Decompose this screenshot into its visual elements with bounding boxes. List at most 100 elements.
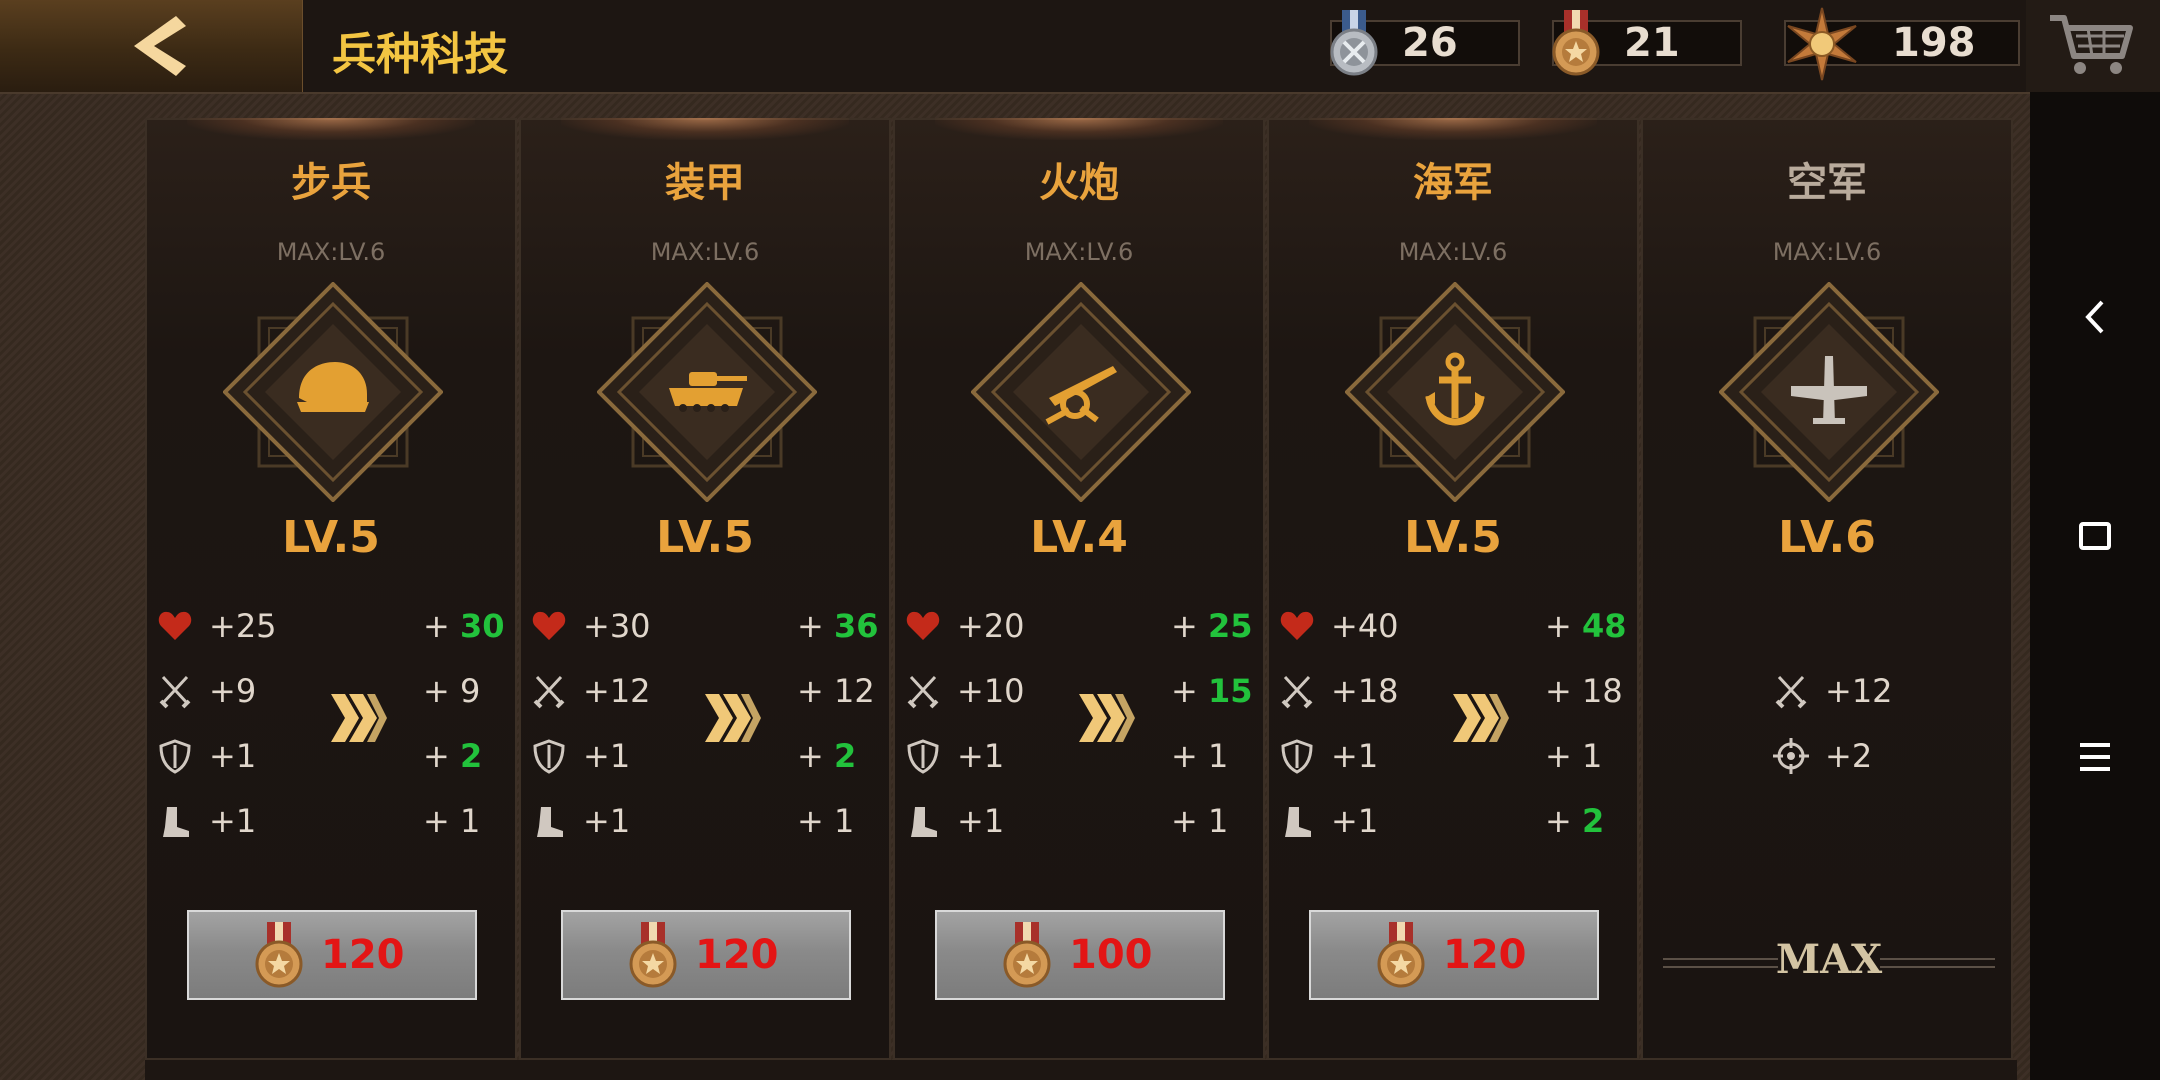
- stat-row-hp: +25 + 30: [147, 604, 519, 648]
- upgrade-arrow-icon: [705, 694, 761, 742]
- stat-next: + 2: [423, 737, 483, 775]
- card-level: LV.6: [1778, 512, 1876, 563]
- stat-next: + 36: [797, 607, 879, 645]
- tech-card-navy: 海军 MAX:LV.6 LV.5 +40 + 48 +18 + 18 +1 + …: [1267, 118, 1639, 1060]
- nav-home-icon[interactable]: [2070, 512, 2120, 562]
- bronze-medal-icon: [1377, 922, 1425, 988]
- card-name: 海军: [1413, 160, 1493, 206]
- card-name: 空军: [1787, 160, 1867, 206]
- stat-current: +30: [583, 607, 651, 645]
- cart-icon: [2050, 15, 2133, 74]
- stat-current: +40: [1331, 607, 1399, 645]
- stat-current: +10: [957, 672, 1025, 710]
- stat-row-attack: +12: [1763, 669, 2135, 713]
- stat-current: +1: [583, 802, 631, 840]
- upgrade-cost: 100: [1069, 932, 1153, 978]
- stat-current: +1: [209, 737, 257, 775]
- shield-icon: [907, 739, 939, 774]
- stat-current: +12: [583, 672, 651, 710]
- heart-icon: [1280, 611, 1314, 640]
- upgrade-cost: 120: [695, 932, 779, 978]
- crosshair-icon: [1773, 738, 1809, 774]
- stat-next: + 18: [1545, 672, 1623, 710]
- stat-row-hp: +20 + 25: [895, 604, 1267, 648]
- boot-icon: [163, 807, 189, 837]
- stat-row-accuracy: +2: [1763, 734, 2135, 778]
- chevron-left-icon: [134, 16, 186, 76]
- cannon-icon: [1045, 366, 1117, 425]
- upgrade-button[interactable]: 100: [935, 910, 1225, 1000]
- card-level: LV.5: [656, 512, 754, 563]
- stat-next: + 2: [1545, 802, 1605, 840]
- upgrade-button[interactable]: 120: [1309, 910, 1599, 1000]
- upgrade-cost: 120: [321, 932, 405, 978]
- max-label: MAX: [1775, 936, 1883, 983]
- heart-icon: [906, 611, 940, 640]
- crossed-swords-icon: [907, 675, 939, 709]
- max-level-badge: MAX: [1663, 920, 1995, 1000]
- stat-row-move: +1 + 1: [895, 799, 1267, 843]
- card-level: LV.5: [1404, 512, 1502, 563]
- boot-icon: [911, 807, 937, 837]
- shop-cart-button[interactable]: [2026, 0, 2160, 92]
- stat-current: +9: [209, 672, 257, 710]
- upgrade-cost: 120: [1443, 932, 1527, 978]
- stat-current: +20: [957, 607, 1025, 645]
- bronze-medal-icon: [1003, 922, 1051, 988]
- shield-icon: [1281, 739, 1313, 774]
- stat-next: + 1: [1171, 737, 1229, 775]
- stat-current: +1: [583, 737, 631, 775]
- airplane-icon: [1791, 356, 1867, 424]
- stat-next: + 1: [1171, 802, 1229, 840]
- boot-icon: [1285, 807, 1311, 837]
- stat-next: + 1: [797, 802, 855, 840]
- upgrade-button[interactable]: 120: [561, 910, 851, 1000]
- card-level: LV.4: [1030, 512, 1128, 563]
- stat-next: + 12: [797, 672, 875, 710]
- anchor-icon: [1425, 352, 1485, 426]
- bronze-medal-icon: [1552, 10, 1600, 76]
- nav-back-icon[interactable]: [2070, 292, 2120, 342]
- stat-next: + 1: [423, 802, 481, 840]
- system-nav-bar: [2030, 92, 2160, 1080]
- card-name: 步兵: [291, 160, 371, 206]
- back-button[interactable]: [0, 0, 303, 92]
- tech-cards: 步兵 MAX:LV.6 LV.5 +25 + 30 +9 + 9 +1 + 2: [145, 118, 2017, 1060]
- heart-icon: [158, 611, 192, 640]
- bronze-medal-icon: [629, 922, 677, 988]
- stat-current: +1: [1331, 737, 1379, 775]
- crossed-swords-icon: [159, 675, 191, 709]
- page-title: 兵种科技: [332, 29, 508, 80]
- stat-current: +1: [209, 802, 257, 840]
- stat-next: + 48: [1545, 607, 1627, 645]
- stat-current: +18: [1331, 672, 1399, 710]
- stat-next: + 25: [1171, 607, 1253, 645]
- stat-row-move: +1 + 1: [147, 799, 519, 843]
- stat-current: +12: [1825, 672, 1893, 710]
- tech-card-airforce: 空军 MAX:LV.6 LV.6 +12 +2 MAX: [1641, 118, 2013, 1060]
- card-name: 装甲: [665, 160, 745, 206]
- stat-next: + 30: [423, 607, 505, 645]
- stat-row-move: +1 + 2: [1269, 799, 1641, 843]
- silver-medal-icon: [1330, 10, 1378, 76]
- stat-current: +1: [1331, 802, 1379, 840]
- shield-icon: [533, 739, 565, 774]
- helmet-icon: [297, 362, 369, 412]
- upgrade-arrow-icon: [1453, 694, 1509, 742]
- stat-current: +25: [209, 607, 277, 645]
- card-level: LV.5: [282, 512, 380, 563]
- heart-icon: [532, 611, 566, 640]
- stat-next: + 1: [1545, 737, 1603, 775]
- upgrade-button[interactable]: 120: [187, 910, 477, 1000]
- stat-current: +2: [1825, 737, 1873, 775]
- card-name: 火炮: [1039, 160, 1119, 206]
- tech-card-armor: 装甲 MAX:LV.6 LV.5 +30 + 36 +12 + 12 +1 + …: [519, 118, 891, 1060]
- upgrade-arrow-icon: [1079, 694, 1135, 742]
- tech-card-infantry: 步兵 MAX:LV.6 LV.5 +25 + 30 +9 + 9 +1 + 2: [145, 118, 517, 1060]
- crossed-swords-icon: [1775, 675, 1807, 709]
- stat-current: +1: [957, 737, 1005, 775]
- tank-icon: [669, 372, 747, 412]
- bronze-medal-icon: [255, 922, 303, 988]
- bottom-strip: [145, 1060, 2017, 1080]
- top-bar: 兵种科技 26 21 198: [0, 0, 2160, 94]
